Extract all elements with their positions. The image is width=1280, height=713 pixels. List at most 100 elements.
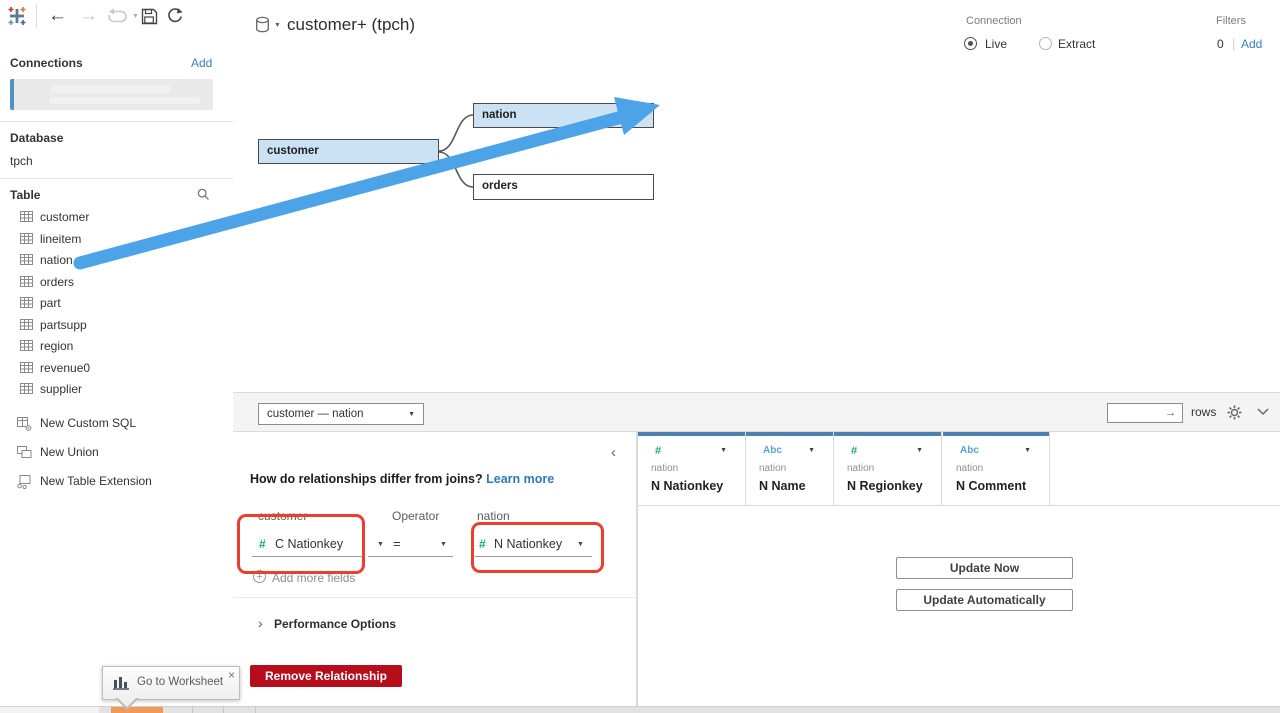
bar-chart-icon: [113, 675, 129, 691]
sidebar-divider: [0, 121, 233, 122]
save-button[interactable]: [141, 4, 158, 28]
table-item-label: nation: [40, 253, 73, 267]
sheet-tab-strip: [0, 706, 1280, 713]
tab-divider: [192, 707, 193, 713]
close-icon[interactable]: ×: [228, 668, 235, 682]
grid-column-n-name[interactable]: Abc ▼ nation N Name: [746, 432, 834, 505]
column-caret-icon[interactable]: ▼: [720, 447, 727, 454]
undo-caret-icon[interactable]: ▼: [132, 4, 139, 28]
right-table-label: nation: [477, 509, 510, 523]
grid-header-border: [637, 505, 1280, 506]
operator-label: Operator: [392, 509, 440, 523]
chevron-down-icon[interactable]: [1257, 408, 1269, 416]
column-field-name: N Nationkey: [651, 479, 724, 493]
sidebar-item-lineitem[interactable]: lineitem: [0, 228, 233, 250]
relationship-toolbar: customer — nation ▼ → rows: [233, 392, 1280, 432]
new-table-extension[interactable]: New Table Extension: [0, 470, 233, 492]
node-orders[interactable]: orders: [473, 174, 654, 200]
add-more-fields[interactable]: Add more fields: [272, 571, 355, 585]
back-button[interactable]: ←: [48, 4, 67, 28]
new-custom-sql[interactable]: New Custom SQL: [0, 412, 233, 434]
sidebar-item-customer[interactable]: customer: [0, 206, 233, 228]
node-customer[interactable]: customer: [258, 139, 439, 164]
left-sidebar: ← → ▼ Connections Add Database tpch Tabl…: [0, 0, 234, 706]
table-grid-icon: [20, 211, 33, 222]
right-field-value[interactable]: N Nationkey: [494, 537, 562, 551]
relationship-editor: ‹ How do relationships differ from joins…: [233, 432, 637, 706]
column-caret-icon[interactable]: ▼: [916, 447, 923, 454]
left-field-caret-icon[interactable]: ▼: [377, 541, 384, 548]
custom-sql-icon: [17, 417, 32, 431]
node-nation[interactable]: nation: [473, 103, 654, 128]
relationship-pair-value: customer — nation: [267, 408, 364, 420]
new-union[interactable]: New Union: [0, 441, 233, 463]
field-underline: [475, 556, 592, 557]
sidebar-item-region[interactable]: region: [0, 335, 233, 357]
arrow-right-icon[interactable]: →: [1165, 407, 1176, 419]
callout-pointer: [117, 697, 137, 707]
gear-icon[interactable]: [1227, 405, 1242, 420]
column-caret-icon[interactable]: ▼: [808, 447, 815, 454]
sidebar-item-orders[interactable]: orders: [0, 271, 233, 293]
remove-relationship-button[interactable]: Remove Relationship: [250, 665, 402, 687]
chevron-down-icon: ▼: [408, 411, 415, 418]
union-icon: [17, 446, 32, 459]
data-preview-grid: # ▼ nation N Nationkey Abc ▼ nation N Na…: [637, 432, 1280, 706]
table-grid-icon: [20, 318, 33, 330]
undo-history-button[interactable]: [104, 4, 132, 28]
sidebar-item-nation[interactable]: nation: [0, 249, 233, 271]
left-field-value[interactable]: C Nationkey: [275, 537, 343, 551]
column-table-name: nation: [759, 463, 787, 474]
tableau-datasource-window: ← → ▼ Connections Add Database tpch Tabl…: [0, 0, 1280, 713]
sidebar-item-supplier[interactable]: supplier: [0, 378, 233, 400]
action-label: New Table Extension: [40, 474, 152, 488]
relationship-pair-dropdown[interactable]: customer — nation ▼: [258, 403, 424, 425]
field-underline: [390, 556, 453, 557]
connection-item-redacted[interactable]: [10, 79, 213, 110]
grid-column-n-nationkey[interactable]: # ▼ nation N Nationkey: [638, 432, 746, 505]
left-table-label: customer: [258, 509, 308, 523]
sidebar-item-revenue0[interactable]: revenue0: [0, 357, 233, 379]
row-limit-input[interactable]: →: [1107, 403, 1183, 423]
rows-label: rows: [1191, 405, 1217, 419]
learn-more-link[interactable]: Learn more: [486, 472, 554, 486]
column-table-name: nation: [651, 463, 679, 474]
grid-column-n-regionkey[interactable]: # ▼ nation N Regionkey: [834, 432, 942, 505]
number-type-icon: #: [655, 445, 662, 457]
operator-value[interactable]: =: [393, 536, 401, 551]
table-grid-icon: [20, 232, 33, 244]
table-grid-icon: [20, 340, 33, 351]
action-label: New Union: [40, 445, 99, 459]
canvas-area: ▼ customer+ (tpch) Connection Live Extra…: [233, 0, 1280, 392]
string-type-icon: Abc: [763, 445, 782, 456]
collapse-panel-icon[interactable]: ‹: [611, 444, 616, 461]
performance-chevron-icon[interactable]: ›: [258, 615, 263, 631]
sidebar-item-part[interactable]: part: [0, 292, 233, 314]
column-caret-icon[interactable]: ▼: [1024, 447, 1031, 454]
connections-header: Connections: [10, 56, 83, 70]
tab-divider: [223, 707, 224, 713]
table-grid-icon: [20, 275, 33, 287]
update-now-button[interactable]: Update Now: [896, 557, 1073, 579]
sidebar-item-partsupp[interactable]: partsupp: [0, 314, 233, 336]
strip-left-segment: [0, 707, 99, 713]
column-table-name: nation: [847, 463, 875, 474]
add-connection-link[interactable]: Add: [191, 56, 212, 70]
grid-column-n-comment[interactable]: Abc ▼ nation N Comment: [943, 432, 1050, 505]
go-to-worksheet-label[interactable]: Go to Worksheet: [137, 676, 223, 688]
search-icon[interactable]: [197, 188, 210, 201]
operator-caret-icon[interactable]: ▼: [440, 541, 447, 548]
go-to-worksheet-callout[interactable]: Go to Worksheet ×: [102, 666, 240, 710]
forward-button[interactable]: →: [79, 4, 98, 28]
refresh-button[interactable]: [166, 4, 184, 28]
number-type-icon: #: [851, 445, 858, 457]
performance-options[interactable]: Performance Options: [274, 617, 396, 631]
tab-divider: [255, 707, 256, 713]
column-field-name: N Comment: [956, 479, 1027, 493]
database-name[interactable]: tpch: [10, 154, 33, 168]
table-item-label: partsupp: [40, 317, 87, 332]
add-circle-icon[interactable]: +: [253, 570, 266, 583]
connection-active-bar: [10, 79, 14, 110]
right-field-caret-icon[interactable]: ▼: [577, 541, 584, 548]
update-automatically-button[interactable]: Update Automatically: [896, 589, 1073, 611]
